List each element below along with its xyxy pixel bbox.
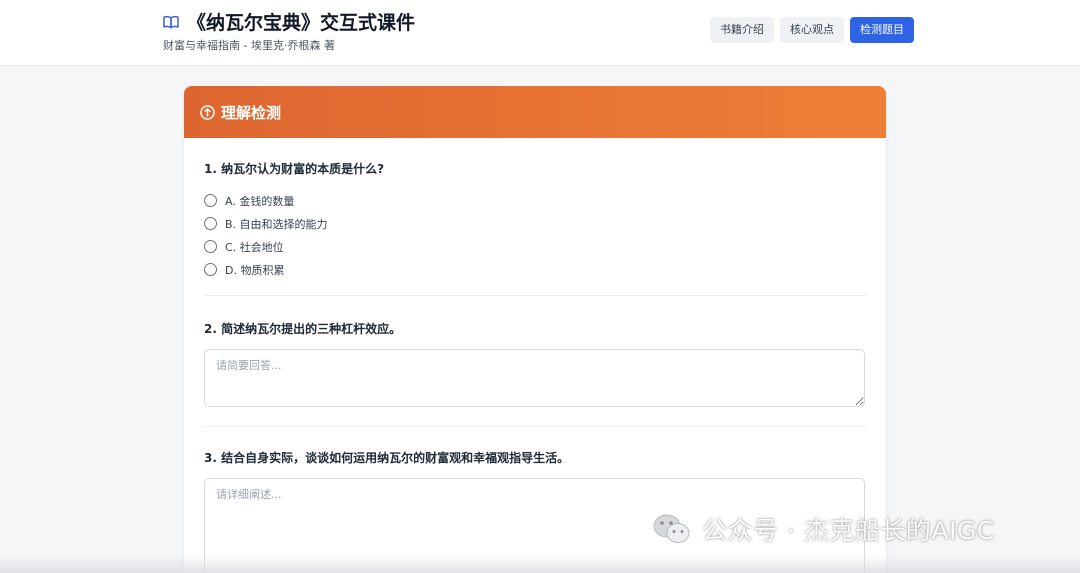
option-b-label: B. 自由和选择的能力 <box>225 217 328 231</box>
page-title: 《纳瓦尔宝典》交互式课件 <box>187 11 416 34</box>
question-2-answer-input[interactable] <box>204 349 865 407</box>
question-1: 1. 纳瓦尔认为财富的本质是什么? A. 金钱的数量 B. 自由和选择的能力 C… <box>204 138 866 296</box>
option-c-label: C. 社会地位 <box>225 240 284 254</box>
quiz-card: 理解检测 1. 纳瓦尔认为财富的本质是什么? A. 金钱的数量 B. 自由和选择… <box>184 86 886 573</box>
top-bar: 《纳瓦尔宝典》交互式课件 财富与幸福指南 - 埃里克·乔根森 著 书籍介绍 核心… <box>0 0 1080 66</box>
option-d[interactable]: D. 物质积累 <box>204 258 866 281</box>
question-3: 3. 结合自身实际，谈谈如何运用纳瓦尔的财富观和幸福观指导生活。 <box>204 427 866 573</box>
wechat-icon <box>652 513 692 545</box>
radio-button[interactable] <box>204 194 217 207</box>
page-subtitle: 财富与幸福指南 - 埃里克·乔根森 著 <box>163 39 335 52</box>
title-row: 《纳瓦尔宝典》交互式课件 <box>163 9 416 34</box>
nav-core-ideas-button[interactable]: 核心观点 <box>780 17 844 43</box>
nav-book-intro-button[interactable]: 书籍介绍 <box>710 17 774 43</box>
option-d-label: D. 物质积累 <box>225 263 285 277</box>
question-3-title: 3. 结合自身实际，谈谈如何运用纳瓦尔的财富观和幸福观指导生活。 <box>204 451 570 465</box>
book-open-icon <box>163 14 179 29</box>
radio-button[interactable] <box>204 263 217 276</box>
radio-button[interactable] <box>204 240 217 253</box>
watermark-text: 公众号 · 杰克船长的AIGC <box>702 516 995 545</box>
option-c[interactable]: C. 社会地位 <box>204 235 866 258</box>
radio-button[interactable] <box>204 217 217 230</box>
quiz-title: 理解检测 <box>221 103 282 122</box>
brand: 《纳瓦尔宝典》交互式课件 财富与幸福指南 - 埃里克·乔根森 著 <box>163 9 415 53</box>
question-1-options: A. 金钱的数量 B. 自由和选择的能力 C. 社会地位 D. 物质积累 <box>204 189 866 281</box>
question-2-title: 2. 简述纳瓦尔提出的三种杠杆效应。 <box>204 322 402 336</box>
question-1-title: 1. 纳瓦尔认为财富的本质是什么? <box>204 162 385 176</box>
info-circle-icon <box>200 104 215 120</box>
option-a-label: A. 金钱的数量 <box>225 194 295 208</box>
top-nav: 书籍介绍 核心观点 检测题目 <box>710 17 920 43</box>
option-b[interactable]: B. 自由和选择的能力 <box>204 212 866 235</box>
bottom-fade <box>0 555 1080 573</box>
watermark: 公众号 · 杰克船长的AIGC <box>652 513 995 545</box>
option-a[interactable]: A. 金钱的数量 <box>204 189 866 212</box>
question-2: 2. 简述纳瓦尔提出的三种杠杆效应。 <box>204 296 866 427</box>
quiz-card-header: 理解检测 <box>184 86 886 138</box>
nav-quiz-button[interactable]: 检测题目 <box>850 17 914 43</box>
quiz-body: 1. 纳瓦尔认为财富的本质是什么? A. 金钱的数量 B. 自由和选择的能力 C… <box>184 138 886 573</box>
